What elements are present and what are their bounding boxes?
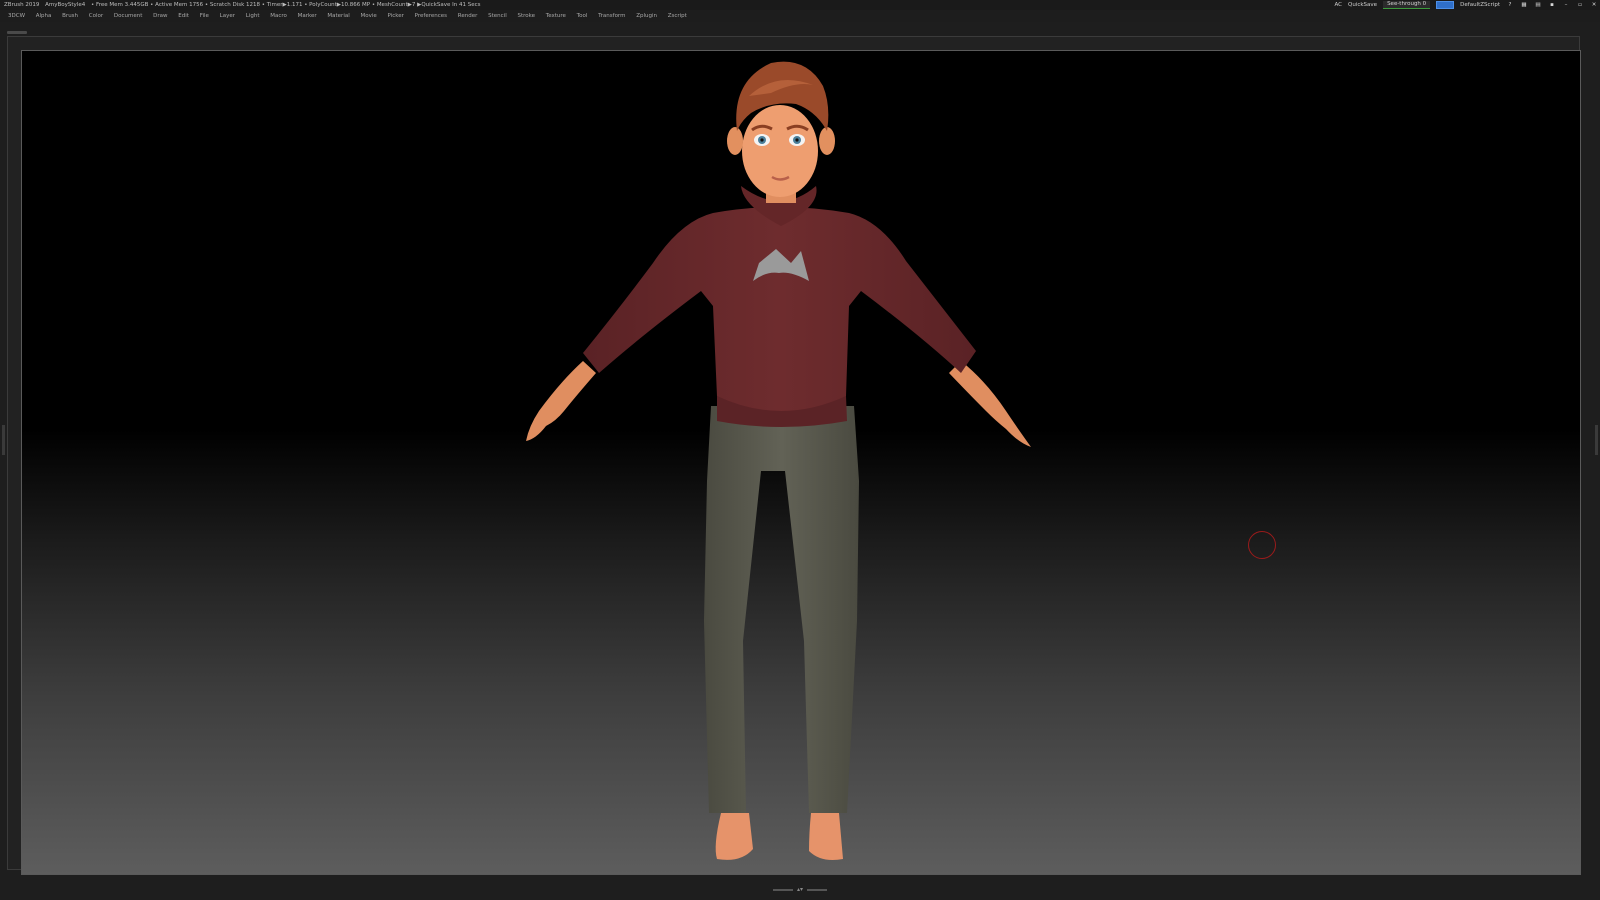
pants — [704, 406, 859, 813]
ac-button[interactable]: AC — [1334, 0, 1342, 10]
maximize-icon[interactable]: ▫ — [1576, 0, 1584, 10]
head — [727, 61, 835, 203]
menu-render[interactable]: Render — [458, 13, 478, 19]
see-through-slider[interactable]: See-through 0 — [1383, 1, 1431, 9]
menu-zscript[interactable]: Zscript — [668, 13, 687, 19]
bottom-tray-handle[interactable]: ▴▾ — [773, 887, 827, 893]
feet — [715, 813, 843, 860]
title-bar: ZBrush 2019 AmyBoyStyle4 • Free Mem 3.44… — [0, 0, 1600, 10]
menu-edit[interactable]: Edit — [178, 13, 189, 19]
bottom-handle-bar-left — [773, 888, 793, 891]
menu-draw[interactable]: Draw — [153, 13, 167, 19]
expand-arrows-icon[interactable]: ▴▾ — [797, 887, 803, 893]
app-title: ZBrush 2019 — [4, 2, 40, 8]
right-tray-handle[interactable] — [1595, 425, 1598, 455]
top-shelf-tab[interactable] — [7, 31, 27, 34]
menu-file[interactable]: File — [200, 13, 209, 19]
menu-marker[interactable]: Marker — [298, 13, 317, 19]
menu-zplugin[interactable]: Zplugin — [636, 13, 657, 19]
menu-tool[interactable]: Tool — [577, 13, 588, 19]
menu-stencil[interactable]: Stencil — [488, 13, 507, 19]
quicksave-button[interactable]: QuickSave — [1348, 0, 1377, 10]
menu-alpha[interactable]: Alpha — [36, 13, 52, 19]
menu-stroke[interactable]: Stroke — [517, 13, 535, 19]
menu-color[interactable]: Color — [89, 13, 103, 19]
lock-icon[interactable]: ▪ — [1548, 0, 1556, 10]
menu-brush[interactable]: Brush — [62, 13, 78, 19]
menu-material[interactable]: Material — [327, 13, 349, 19]
left-tray-handle[interactable] — [2, 425, 5, 455]
layout-alt-icon[interactable]: ▤ — [1534, 0, 1542, 10]
brush-cursor — [1248, 531, 1276, 559]
menu-3dcw[interactable]: 3DCW — [8, 13, 25, 19]
document-name: AmyBoyStyle4 — [45, 2, 86, 8]
status-stats: • Free Mem 3.445GB • Active Mem 1756 • S… — [90, 2, 481, 8]
character-model — [526, 61, 1031, 860]
layout-icon[interactable]: ▦ — [1520, 0, 1528, 10]
minimize-icon[interactable]: – — [1562, 0, 1570, 10]
menu-bar: 3DCW Alpha Brush Color Document Draw Edi… — [0, 10, 1600, 22]
default-zscript-button[interactable]: DefaultZScript — [1460, 0, 1500, 10]
menus-toggle[interactable] — [1436, 1, 1455, 9]
help-icon[interactable]: ? — [1506, 0, 1514, 10]
menu-preferences[interactable]: Preferences — [415, 13, 447, 19]
menu-document[interactable]: Document — [114, 13, 143, 19]
hoodie — [583, 186, 976, 427]
menu-transform[interactable]: Transform — [598, 13, 625, 19]
menu-light[interactable]: Light — [246, 13, 260, 19]
menu-macro[interactable]: Macro — [270, 13, 287, 19]
menu-movie[interactable]: Movie — [361, 13, 377, 19]
menu-texture[interactable]: Texture — [546, 13, 566, 19]
menu-picker[interactable]: Picker — [388, 13, 404, 19]
close-icon[interactable]: ✕ — [1590, 0, 1598, 10]
menu-layer[interactable]: Layer — [220, 13, 235, 19]
bottom-handle-bar-right — [807, 888, 827, 891]
viewport-canvas[interactable] — [21, 50, 1581, 875]
